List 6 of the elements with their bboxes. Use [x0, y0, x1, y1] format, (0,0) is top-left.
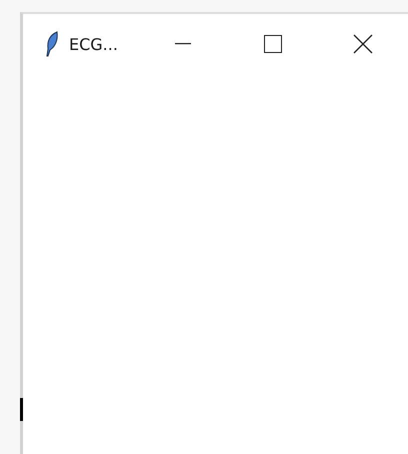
maximize-icon [264, 35, 282, 53]
feather-icon [45, 31, 59, 57]
minimize-icon [175, 43, 191, 45]
desktop-fragment [20, 398, 23, 421]
close-icon [353, 34, 373, 54]
window-title: ECG... [69, 34, 118, 54]
